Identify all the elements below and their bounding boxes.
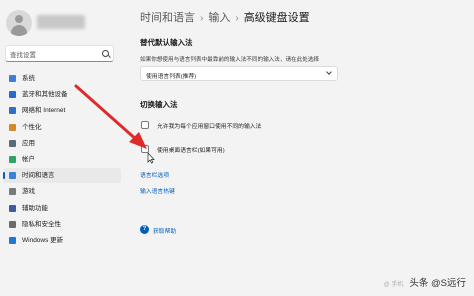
sidebar-item-update[interactable]: Windows 更新 xyxy=(3,233,121,248)
breadcrumb-input[interactable]: 输入 xyxy=(208,12,230,24)
sidebar-item-label: Windows 更新 xyxy=(22,236,64,244)
update-icon xyxy=(9,236,16,244)
sidebar-item-account[interactable]: 帐户 xyxy=(3,152,121,167)
sidebar-item-label: 隐私和安全性 xyxy=(22,220,61,228)
sidebar-item-label: 帐户 xyxy=(22,155,35,163)
override-section-title: 替代默认输入法 xyxy=(140,38,193,47)
search-icon[interactable] xyxy=(102,50,109,57)
help-icon: ? xyxy=(140,225,149,234)
system-icon xyxy=(9,75,16,82)
input-language-hotkeys-link[interactable]: 输入语言热键 xyxy=(140,186,175,195)
desktop-language-bar-option[interactable]: 使用桌面语言栏(如果可用) xyxy=(140,142,474,162)
accessibility-icon xyxy=(9,204,16,212)
bluetooth-icon xyxy=(9,91,16,99)
apps-icon xyxy=(9,139,16,147)
avatar[interactable] xyxy=(6,10,32,36)
breadcrumb-separator: › xyxy=(235,13,239,24)
per-app-input-checkbox[interactable] xyxy=(141,121,149,129)
account-area[interactable] xyxy=(6,10,116,38)
sidebar: 查找设置 系统蓝牙和其他设备 网络和 Internet 个性化应用帐户时间和语言游戏… xyxy=(0,0,124,296)
per-app-input-option[interactable]: 允许我为每个应用窗口使用不同的输入法 xyxy=(140,118,474,138)
sidebar-item-wifi[interactable]: 网络和 Internet xyxy=(3,103,121,118)
breadcrumb-time-language[interactable]: 时间和语言 xyxy=(140,12,195,24)
sidebar-item-shield[interactable]: 隐私和安全性 xyxy=(3,217,121,232)
sidebar-item-label: 系统 xyxy=(22,75,35,82)
avatar-head xyxy=(15,15,23,23)
watermark: @ 手机 头条 @S远行 xyxy=(384,275,466,289)
game-icon xyxy=(9,188,16,196)
chevron-down-icon xyxy=(326,69,332,75)
language-bar-options-link[interactable]: 语言栏选项 xyxy=(140,170,169,179)
page-title: 高级键盘设置 xyxy=(243,12,310,24)
brush-icon xyxy=(9,123,16,131)
search-input[interactable]: 查找设置 xyxy=(5,45,114,62)
sidebar-item-label: 应用 xyxy=(22,139,35,147)
sidebar-item-label: 个性化 xyxy=(22,123,42,131)
sidebar-item-label: 游戏 xyxy=(22,188,35,196)
watermark-text: 头条 @S远行 xyxy=(409,278,466,289)
desktop-language-bar-label: 使用桌面语言栏(如果可用) xyxy=(157,148,225,154)
sidebar-item-label: 网络和 Internet xyxy=(22,107,66,115)
account-icon xyxy=(9,155,16,163)
sidebar-item-apps[interactable]: 应用 xyxy=(3,136,121,151)
switching-section-title: 切换输入法 xyxy=(140,100,178,109)
sidebar-item-accessibility[interactable]: 辅助功能 xyxy=(3,201,121,216)
sidebar-item-label: 时间和语言 xyxy=(22,172,55,180)
per-app-input-label: 允许我为每个应用窗口使用不同的输入法 xyxy=(157,124,262,130)
time-language-icon xyxy=(9,172,16,180)
breadcrumb-separator: › xyxy=(200,13,204,24)
watermark-faint: @ 手机 xyxy=(383,282,404,288)
main-content: 时间和语言 › 输入 › 高级键盘设置 替代默认输入法 如果你想使用与语言列表中最靠前的… xyxy=(124,0,474,296)
sidebar-nav: 系统蓝牙和其他设备 网络和 Internet 个性化应用帐户时间和语言游戏辅助功能隐… xyxy=(3,71,121,249)
sidebar-item-label: 蓝牙和其他设备 xyxy=(22,91,68,99)
input-method-dropdown[interactable]: 使用语言列表(推荐) xyxy=(140,66,338,81)
search-placeholder: 查找设置 xyxy=(10,52,36,59)
get-help-label: 获取帮助 xyxy=(153,229,177,235)
avatar-body xyxy=(11,25,27,36)
mouse-cursor-icon xyxy=(147,152,155,164)
shield-icon xyxy=(9,220,16,228)
sidebar-item-label: 辅助功能 xyxy=(22,204,48,212)
wifi-icon xyxy=(9,107,16,115)
breadcrumb: 时间和语言 › 输入 › 高级键盘设置 xyxy=(140,9,310,25)
sidebar-item-bluetooth[interactable]: 蓝牙和其他设备 xyxy=(3,87,121,102)
account-name-blurred xyxy=(37,15,85,29)
override-description: 如果你想使用与语言列表中最靠前的输入法不同的输入法，请在此处选择 xyxy=(140,57,320,63)
sidebar-item-game[interactable]: 游戏 xyxy=(3,184,121,199)
sidebar-item-brush[interactable]: 个性化 xyxy=(3,120,121,135)
sidebar-item-time-language[interactable]: 时间和语言 xyxy=(3,168,121,184)
dropdown-value: 使用语言列表(推荐) xyxy=(146,73,197,80)
sidebar-item-system[interactable]: 系统 xyxy=(3,71,121,86)
